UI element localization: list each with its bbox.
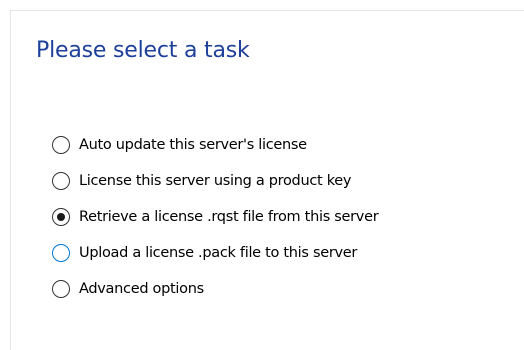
radio-selected-dot [57,213,65,221]
option-label: Upload a license .pack file to this serv… [79,245,358,261]
option-auto-update[interactable]: Auto update this server's license [52,134,378,156]
radio-button-auto-update[interactable] [52,136,70,154]
option-advanced[interactable]: Advanced options [52,278,378,300]
option-label: Retrieve a license .rqst file from this … [79,209,379,225]
radio-button-advanced[interactable] [52,280,70,298]
option-upload-pack[interactable]: Upload a license .pack file to this serv… [52,242,378,264]
task-panel: Please select a task Auto update this se… [0,0,524,350]
panel-border-top [10,10,524,11]
panel-border-left [10,10,11,350]
option-label: Auto update this server's license [79,137,307,153]
option-label: Advanced options [79,281,204,297]
task-options-group: Auto update this server's license Licens… [52,134,379,314]
option-retrieve-rqst[interactable]: Retrieve a license .rqst file from this … [52,206,379,228]
page-title: Please select a task [36,38,250,63]
option-product-key[interactable]: License this server using a product key [52,170,378,192]
radio-button-retrieve-rqst[interactable] [52,208,70,226]
radio-button-product-key[interactable] [52,172,70,190]
radio-button-upload-pack[interactable] [52,244,70,262]
option-label: License this server using a product key [79,173,352,189]
